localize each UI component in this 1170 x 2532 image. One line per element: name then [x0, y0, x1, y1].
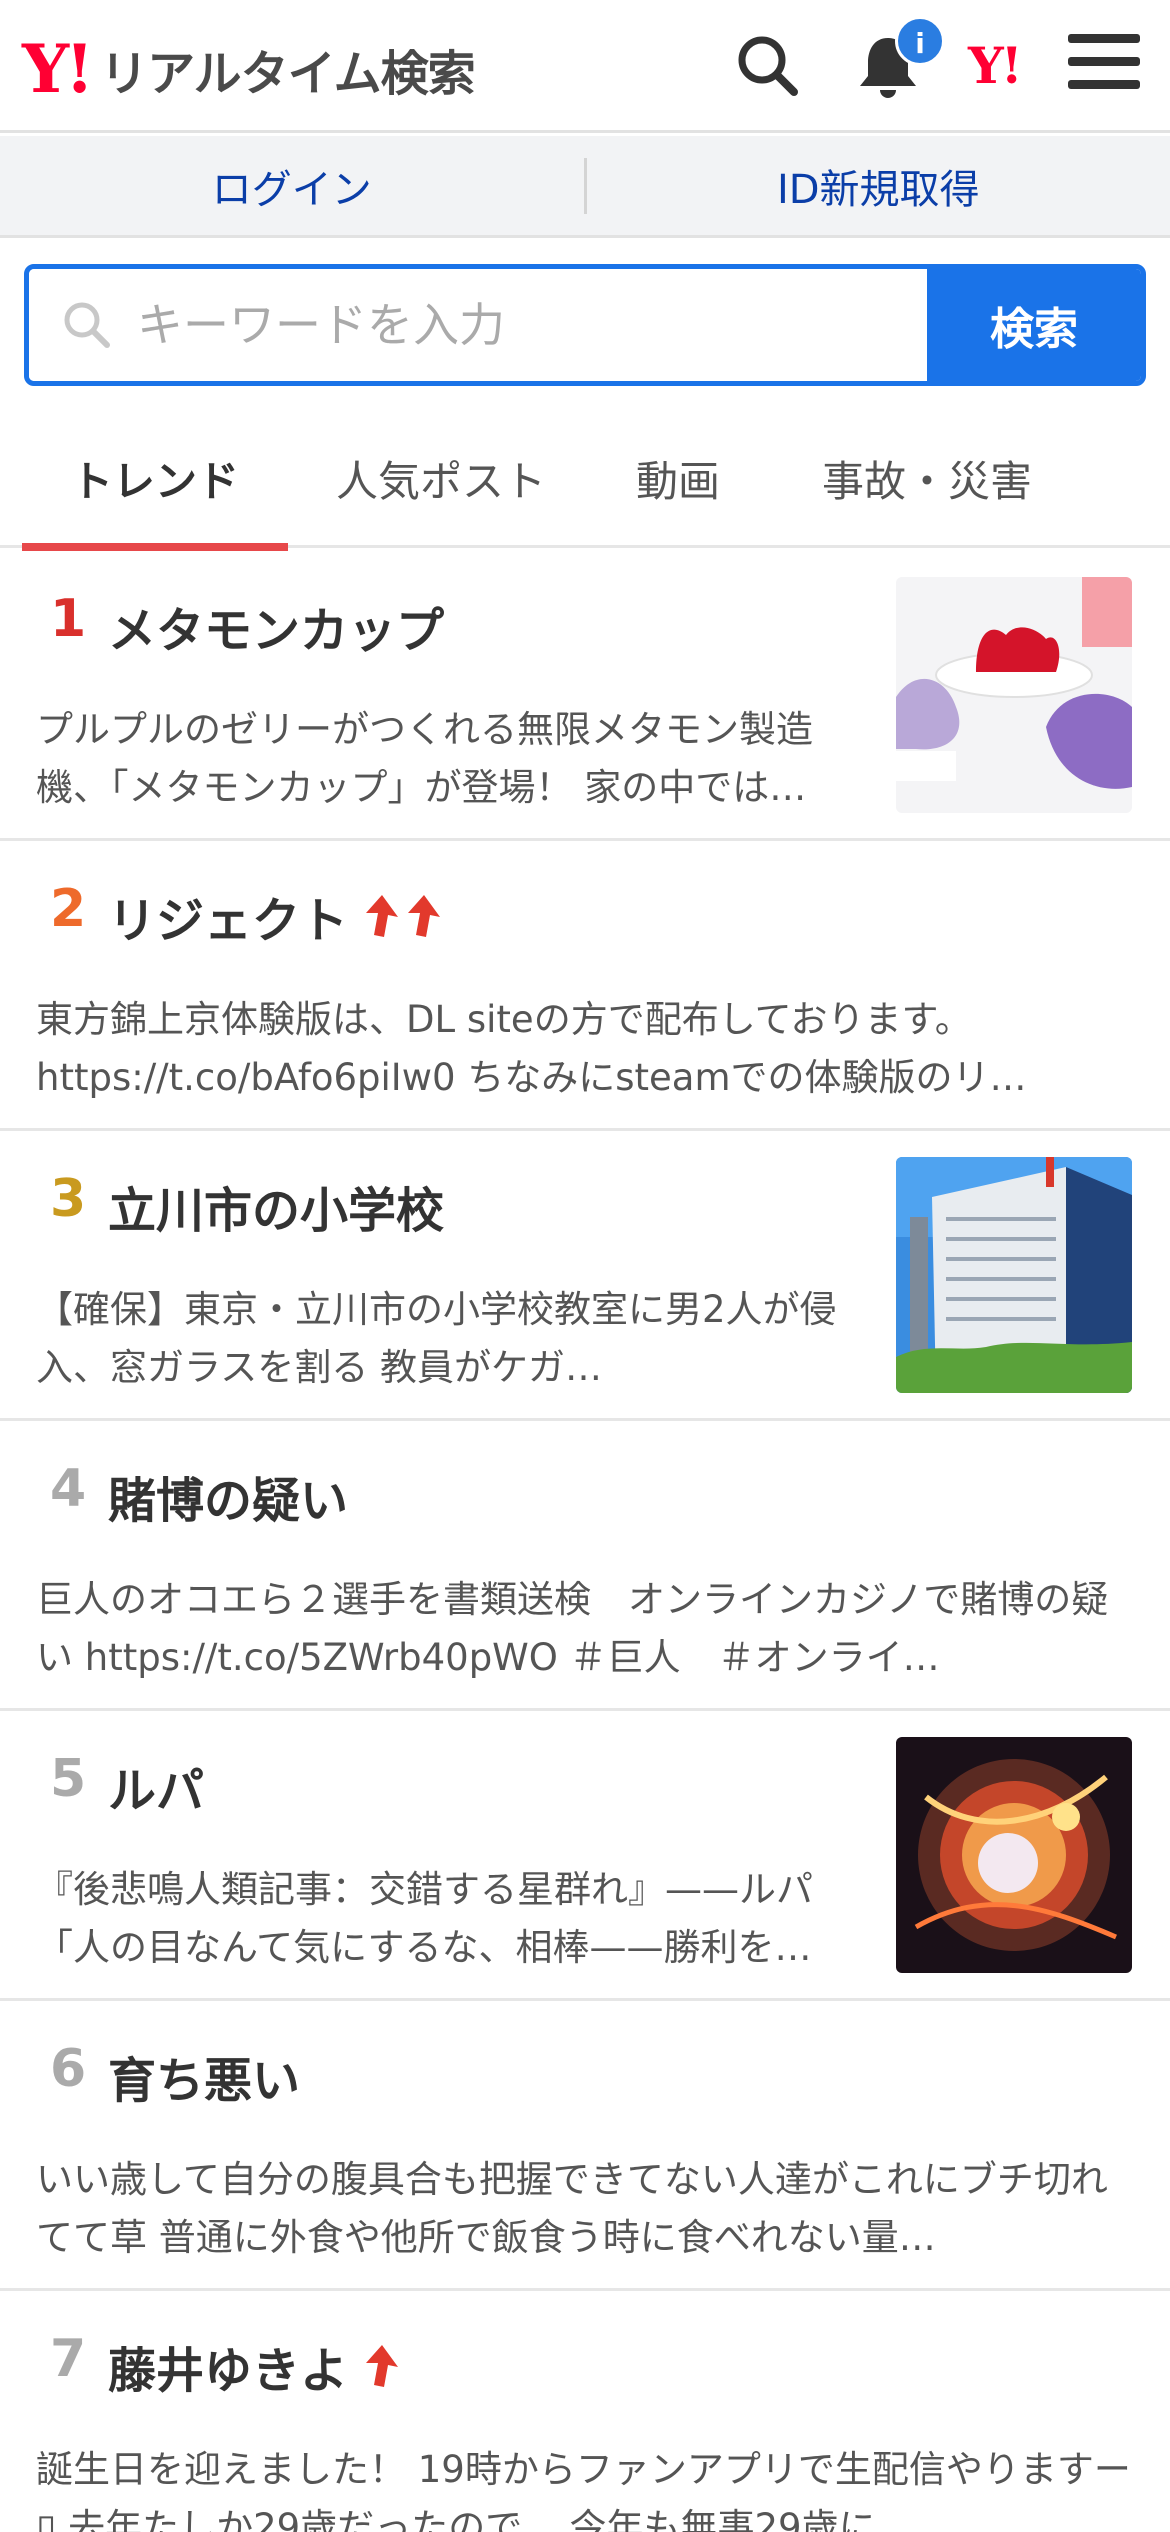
- search-field-wrapper: [29, 269, 927, 381]
- trend-description: 『後悲鳴人類記事：交錯する星群れ』——ルパ「人の目なんて気にするな、相棒——勝利…: [36, 1868, 813, 1969]
- tab-popular-posts[interactable]: 人気ポスト: [288, 408, 594, 548]
- login-bar: ログイン ID新規取得: [0, 136, 1170, 238]
- trend-rank: 5: [50, 1749, 87, 1809]
- trend-rank: 7: [50, 2329, 87, 2389]
- trend-rank: 2: [50, 879, 87, 939]
- trend-title: 藤井ゆきよ: [108, 2343, 349, 2399]
- trend-item[interactable]: 5 ルパ 『後悲鳴人類記事：交錯する星群れ』——ルパ「人の目なんて気にするな、相…: [0, 1711, 1170, 2001]
- trend-title: リジェクト: [108, 893, 349, 949]
- trend-description: 【確保】東京・立川市の小学校教室に男2人が侵入、窓ガラスを割る 教員がケガ…: [36, 1288, 837, 1389]
- tab-trend[interactable]: トレンド: [22, 408, 288, 551]
- rising-arrow-icon: [366, 895, 441, 937]
- trend-title: ルパ: [108, 1763, 205, 1819]
- trend-rank: 3: [50, 1169, 87, 1229]
- app-header: Y! リアルタイム検索 i Y!: [0, 0, 1170, 133]
- search-button[interactable]: 検索: [927, 269, 1141, 381]
- trend-title-wrapper: 藤井ゆきよ: [108, 2331, 404, 2401]
- category-tabs: トレンド 人気ポスト 動画 事故・災害: [0, 408, 1170, 551]
- trend-item[interactable]: 2 リジェクト 東方錦上京体験版は、DL siteの方で配布しております。htt…: [0, 841, 1170, 1131]
- login-link[interactable]: ログイン: [0, 157, 584, 215]
- trend-rank: 6: [50, 2039, 87, 2099]
- trend-title: メタモンカップ: [108, 603, 445, 659]
- trend-thumbnail: [896, 1737, 1132, 1973]
- trend-item[interactable]: 1 メタモンカップ プルプルのゼリーがつくれる無限メタモン製造機、「メタモンカッ…: [0, 551, 1170, 841]
- register-link[interactable]: ID新規取得: [587, 157, 1170, 215]
- trend-description: 誕生日を迎えました！ 19時からファンアプリで生配信やりますー▯ 去年たしか29…: [36, 2448, 1131, 2532]
- trend-title-wrapper: リジェクト: [108, 881, 444, 951]
- hamburger-menu-icon[interactable]: [1068, 34, 1140, 98]
- yahoo-logo-mark: Y!: [22, 30, 94, 108]
- logo-text: リアルタイム検索: [100, 46, 476, 102]
- trend-title: 賭博の疑い: [108, 1473, 349, 1529]
- notification-badge: i: [895, 16, 945, 66]
- trend-description: いい歳して自分の腹具合も把握できてない人達がこれにブチ切れてて草 普通に外食や他…: [36, 2158, 1108, 2259]
- search-form: 検索: [24, 264, 1146, 386]
- tab-accidents-disasters[interactable]: 事故・災害: [762, 408, 1092, 548]
- trend-item[interactable]: 4 賭博の疑い 巨人のオコエら２選手を書類送検 オンラインカジノで賭博の疑い h…: [0, 1421, 1170, 1711]
- trend-item[interactable]: 7 藤井ゆきよ 誕生日を迎えました！ 19時からファンアプリで生配信やりますー▯…: [0, 2291, 1170, 2532]
- search-input[interactable]: [137, 298, 837, 352]
- trend-description: プルプルのゼリーがつくれる無限メタモン製造機、「メタモンカップ」が登場！ 家の中…: [36, 708, 813, 809]
- trend-item[interactable]: 6 育ち悪い いい歳して自分の腹具合も把握できてない人達がこれにブチ切れてて草 …: [0, 2001, 1170, 2291]
- trend-thumbnail: [896, 577, 1132, 813]
- tab-videos[interactable]: 動画: [594, 408, 762, 548]
- search-icon: [64, 302, 110, 348]
- trend-title: 立川市の小学校: [108, 1183, 445, 1239]
- trend-description: 巨人のオコエら２選手を書類送検 オンラインカジノで賭博の疑い https://t…: [36, 1578, 1109, 1679]
- yahoo-realtime-logo[interactable]: Y! リアルタイム検索: [22, 30, 476, 108]
- trend-description: 東方錦上京体験版は、DL siteの方で配布しております。https://t.c…: [36, 998, 1027, 1099]
- trend-title: 育ち悪い: [108, 2053, 301, 2109]
- trend-item[interactable]: 3 立川市の小学校 【確保】東京・立川市の小学校教室に男2人が侵入、窓ガラスを割…: [0, 1131, 1170, 1421]
- trend-rank: 4: [50, 1459, 87, 1519]
- yahoo-japan-icon[interactable]: Y!: [968, 36, 1023, 95]
- rising-arrow-icon: [366, 2345, 399, 2387]
- trend-thumbnail: [896, 1157, 1132, 1393]
- trend-rank: 1: [50, 589, 87, 649]
- search-icon[interactable]: [732, 30, 804, 102]
